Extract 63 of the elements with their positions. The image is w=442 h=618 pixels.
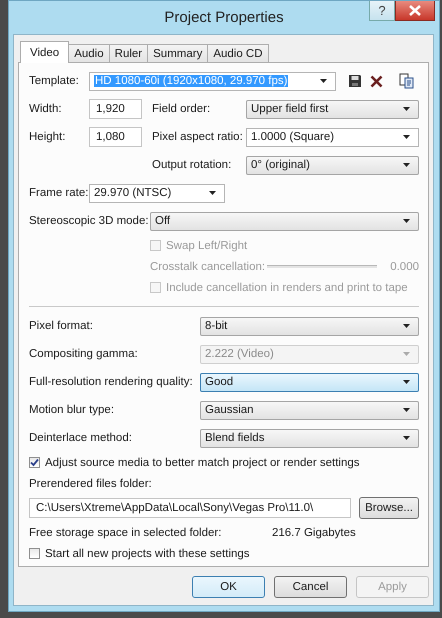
dropdown-arrow-icon bbox=[403, 107, 410, 111]
dropdown-arrow-icon bbox=[209, 191, 216, 195]
help-button[interactable]: ? bbox=[369, 1, 395, 21]
dropdown-arrow-icon bbox=[403, 408, 410, 412]
field-label: Prerendered files folder: bbox=[29, 478, 152, 490]
field-label: Output rotation: bbox=[152, 159, 232, 171]
field-label: Pixel format: bbox=[29, 320, 94, 332]
setting-dropdown[interactable]: Blend fields bbox=[200, 428, 419, 448]
dropdown-arrow-icon bbox=[403, 380, 410, 384]
checkbox[interactable] bbox=[29, 548, 40, 559]
dropdown-arrow-icon bbox=[403, 135, 410, 139]
field-label: Full-resolution rendering quality: bbox=[29, 376, 194, 388]
field-label: Height: bbox=[29, 131, 66, 143]
free-storage-value: 216.7 Gigabytes bbox=[272, 526, 356, 538]
dropdown-arrow-icon bbox=[403, 324, 410, 328]
slider-reading: 0.000 bbox=[389, 260, 419, 272]
folder-path-field[interactable]: C:\Users\Xtreme\AppData\Local\Sony\Vegas Pro\11.0\ bbox=[29, 498, 352, 518]
browse-button[interactable]: Browse... bbox=[359, 497, 419, 519]
close-button[interactable] bbox=[395, 1, 435, 21]
field-label: Frame rate: bbox=[29, 187, 89, 199]
pixel-aspect-combo[interactable]: 1.0000 (Square) bbox=[246, 128, 419, 146]
output-rotation-dropdown[interactable]: 0° (original) bbox=[246, 156, 419, 174]
checkbox-label: Swap Left/Right bbox=[166, 240, 248, 252]
tab[interactable]: Audio CD bbox=[207, 44, 269, 62]
field-label: Stereoscopic 3D mode: bbox=[29, 215, 150, 227]
checkbox-label: Include cancellation in renders and print to tape bbox=[166, 282, 408, 294]
dropdown-arrow-icon bbox=[403, 219, 410, 223]
setting-dropdown[interactable]: 8-bit bbox=[200, 316, 419, 336]
free-storage-label: Free storage space in selected folder: bbox=[29, 526, 222, 538]
tab[interactable]: Audio bbox=[68, 44, 110, 62]
tab[interactable]: Summary bbox=[147, 44, 208, 62]
setting-dropdown[interactable]: Good bbox=[200, 372, 419, 392]
delete-icon[interactable] bbox=[370, 74, 383, 88]
field-label: Deinterlace method: bbox=[29, 432, 133, 444]
field-label: Width: bbox=[29, 103, 63, 115]
width-field[interactable]: 1,920 bbox=[89, 99, 142, 119]
tab[interactable]: Video bbox=[20, 41, 70, 63]
field-label: Template: bbox=[29, 75, 80, 87]
field-label: Motion blur type: bbox=[29, 404, 116, 416]
setting-dropdown[interactable]: Gaussian bbox=[200, 400, 419, 420]
dropdown-arrow-icon bbox=[403, 352, 410, 356]
checkbox[interactable] bbox=[29, 457, 40, 468]
tab[interactable]: Ruler bbox=[108, 44, 148, 62]
dialog-button[interactable]: OK bbox=[192, 576, 265, 598]
frame-rate-combo[interactable]: 29.970 (NTSC) bbox=[89, 184, 225, 202]
window-title: Project Properties bbox=[164, 9, 284, 26]
checkbox-label: Adjust source media to better match project or render settings bbox=[45, 456, 360, 468]
close-icon bbox=[409, 5, 421, 16]
checkbox-label: Start all new projects with these settings bbox=[45, 548, 250, 560]
field-label: Pixel aspect ratio: bbox=[152, 131, 244, 143]
field-order-dropdown[interactable]: Upper field first bbox=[246, 100, 419, 118]
field-label: Field order: bbox=[152, 103, 212, 115]
dropdown-arrow-icon bbox=[320, 79, 327, 83]
dropdown-arrow-icon bbox=[403, 436, 410, 440]
slider-track[interactable] bbox=[267, 265, 377, 268]
height-field[interactable]: 1,080 bbox=[89, 127, 142, 147]
stereoscopic-mode-dropdown[interactable]: Off bbox=[150, 212, 419, 230]
dropdown-arrow-icon bbox=[403, 163, 410, 167]
dialog-button[interactable]: Cancel bbox=[274, 576, 347, 598]
field-label: Compositing gamma: bbox=[29, 348, 139, 360]
copy-icon[interactable] bbox=[399, 73, 415, 89]
save-icon[interactable] bbox=[348, 74, 362, 88]
slider-label: Crosstalk cancellation: bbox=[150, 260, 266, 272]
